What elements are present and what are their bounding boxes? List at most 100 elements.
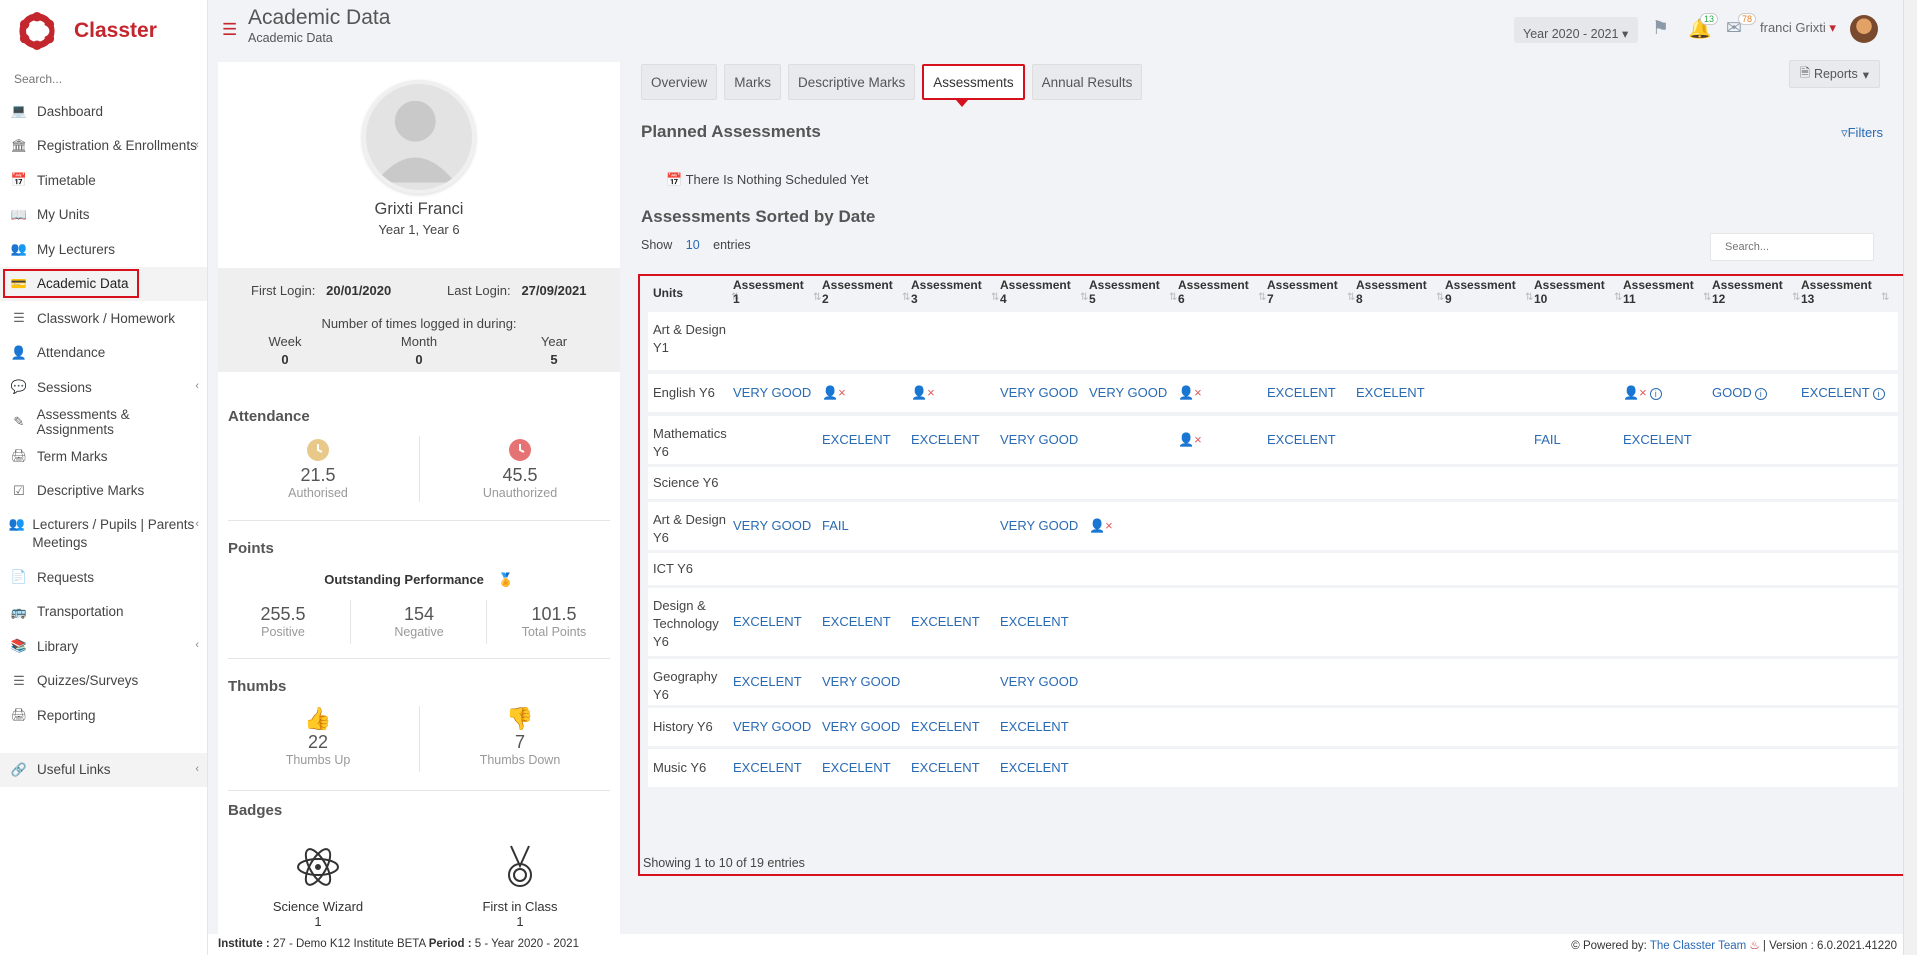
page-scrollbar[interactable]	[1903, 0, 1917, 955]
grade-cell[interactable]: EXCELENT	[733, 614, 802, 629]
column-header[interactable]: Units	[653, 286, 723, 300]
column-header[interactable]: Assessment 2	[822, 278, 902, 306]
sort-icon[interactable]: ⇅	[1347, 292, 1355, 303]
grade-cell[interactable]: EXCELENT	[1267, 385, 1336, 400]
grade-cell[interactable]: FAIL	[822, 518, 849, 533]
sort-icon[interactable]: ⇅	[1080, 292, 1088, 303]
sidebar-item-library[interactable]: 📚 Library ‹	[0, 629, 207, 664]
user-avatar[interactable]	[1850, 15, 1878, 43]
reports-button[interactable]: 🗎 Reports ▾	[1788, 60, 1880, 88]
sidebar-item-requests[interactable]: 📄 Requests	[0, 560, 207, 595]
grade-cell[interactable]: EXCELENT	[733, 674, 802, 689]
grade-cell[interactable]: EXCELENT i	[1801, 385, 1885, 400]
grade-cell[interactable]: EXCELENT	[911, 719, 980, 734]
sidebar-item-useful-links[interactable]: 🔗 Useful Links ‹	[0, 752, 207, 787]
grade-cell[interactable]: GOOD i	[1712, 385, 1767, 400]
tab-assessments[interactable]: Assessments	[922, 64, 1025, 107]
powered-link[interactable]: The Classter Team	[1650, 940, 1746, 952]
grade-cell[interactable]: EXCELENT	[911, 614, 980, 629]
sidebar-item-my-lecturers[interactable]: 👥 My Lecturers	[0, 232, 207, 267]
grade-cell[interactable]: VERY GOOD	[1000, 674, 1078, 689]
filters-link[interactable]: ▿Filters	[1841, 125, 1883, 141]
grade-cell[interactable]: VERY GOOD	[733, 518, 811, 533]
grade-cell[interactable]: VERY GOOD	[733, 385, 811, 400]
column-header[interactable]: Assessment 7	[1267, 278, 1347, 306]
grade-cell[interactable]: EXCELENT	[733, 760, 802, 775]
sidebar-item-attendance[interactable]: 👤 Attendance	[0, 336, 207, 371]
sidebar-item-dashboard[interactable]: 💻 Dashboard	[0, 94, 207, 129]
envelope-icon[interactable]: ✉ 78	[1726, 13, 1757, 40]
grade-cell[interactable]: EXCELENT	[1000, 760, 1069, 775]
absent-user-icon[interactable]: 👤×	[822, 385, 846, 401]
sort-icon[interactable]: ⇅	[1614, 292, 1622, 303]
info-icon[interactable]: i	[1649, 388, 1662, 400]
tab-overview[interactable]: Overview	[641, 64, 718, 100]
sort-icon[interactable]: ⇅	[991, 292, 999, 303]
absent-user-icon[interactable]: 👤×	[1178, 385, 1202, 401]
column-header[interactable]: Assessment 12	[1712, 278, 1792, 306]
tab-marks[interactable]: Marks	[724, 64, 782, 100]
sort-icon[interactable]: ⇅	[1258, 292, 1266, 303]
entries-select[interactable]: 10	[686, 238, 700, 252]
sidebar-item-timetable[interactable]: 📅 Timetable	[0, 163, 207, 198]
grade-cell[interactable]: EXCELENT	[822, 760, 891, 775]
absent-user-icon[interactable]: 👤×	[1089, 518, 1113, 534]
logo[interactable]: Classter	[0, 0, 207, 62]
flag-icon[interactable]: ⚑	[1652, 17, 1669, 40]
grade-cell[interactable]: EXCELENT	[911, 432, 980, 447]
grade-cell[interactable]: VERY GOOD	[1089, 385, 1167, 400]
table-search-input[interactable]	[1710, 233, 1874, 261]
sort-icon[interactable]: ⇅	[902, 292, 910, 303]
menu-toggle-icon[interactable]: ☰	[222, 20, 237, 40]
grade-cell[interactable]: EXCELENT	[1267, 432, 1336, 447]
sort-icon[interactable]: ⇅	[1525, 292, 1533, 303]
tab-annual-results[interactable]: Annual Results	[1031, 64, 1143, 100]
grade-cell[interactable]: VERY GOOD	[733, 719, 811, 734]
column-header[interactable]: Assessment 10	[1534, 278, 1614, 306]
grade-cell[interactable]: VERY GOOD	[1000, 432, 1078, 447]
sidebar-search-input[interactable]	[14, 72, 194, 86]
grade-cell[interactable]: EXCELENT	[911, 760, 980, 775]
sidebar-item-academic-data[interactable]: 💳 Academic Data	[0, 266, 207, 301]
sidebar-item-term-marks[interactable]: 🖨 Term Marks	[0, 439, 207, 474]
grade-cell[interactable]: EXCELENT	[822, 432, 891, 447]
info-icon[interactable]: i	[1872, 388, 1885, 400]
sidebar-item-transportation[interactable]: 🚌 Transportation	[0, 595, 207, 630]
sidebar-item-sessions[interactable]: 💬 Sessions ‹	[0, 370, 207, 405]
column-header[interactable]: Assessment 3	[911, 278, 991, 306]
sidebar-item-registration-enrollments[interactable]: 🏛 Registration & Enrollments ‹	[0, 129, 207, 164]
grade-cell[interactable]: VERY GOOD	[822, 674, 900, 689]
absent-user-icon[interactable]: 👤×	[1178, 432, 1202, 448]
sort-icon[interactable]: ⇅	[1792, 292, 1800, 303]
sort-icon[interactable]: ⇅	[1169, 292, 1177, 303]
grade-cell[interactable]: EXCELENT	[1356, 385, 1425, 400]
sort-icon[interactable]: ⇅	[1436, 292, 1444, 303]
sidebar-item-assessments-assignments[interactable]: ✎ Assessments & Assignments	[0, 405, 207, 440]
sort-icon[interactable]: ⇅	[1703, 292, 1711, 303]
grade-cell[interactable]: VERY GOOD	[1000, 518, 1078, 533]
user-menu[interactable]: franci Grixti ▾	[1760, 20, 1836, 36]
bell-icon[interactable]: 🔔 13	[1688, 13, 1719, 41]
grade-cell[interactable]: EXCELENT	[1000, 614, 1069, 629]
info-icon[interactable]: i	[1754, 388, 1767, 400]
absent-user-icon[interactable]: 👤× i	[1623, 385, 1662, 401]
column-header[interactable]: Assessment 6	[1178, 278, 1258, 306]
sidebar-item-my-units[interactable]: 📖 My Units	[0, 198, 207, 233]
sidebar-item-reporting[interactable]: 🖨 Reporting	[0, 698, 207, 733]
column-header[interactable]: Assessment 8	[1356, 278, 1436, 306]
grade-cell[interactable]: VERY GOOD	[1000, 385, 1078, 400]
absent-user-icon[interactable]: 👤×	[911, 385, 935, 401]
tab-descriptive-marks[interactable]: Descriptive Marks	[788, 64, 916, 100]
sidebar-item-classwork-homework[interactable]: ☰ Classwork / Homework	[0, 301, 207, 336]
year-select[interactable]: Year 2020 - 2021 ▾	[1514, 17, 1638, 43]
sidebar-item-quizzes-surveys[interactable]: ☰ Quizzes/Surveys	[0, 664, 207, 699]
grade-cell[interactable]: EXCELENT	[822, 614, 891, 629]
grade-cell[interactable]: EXCELENT	[1000, 719, 1069, 734]
sidebar-item-descriptive-marks[interactable]: ☑ Descriptive Marks	[0, 474, 207, 509]
column-header[interactable]: Assessment 9	[1445, 278, 1525, 306]
column-header[interactable]: Assessment 4	[1000, 278, 1080, 306]
grade-cell[interactable]: VERY GOOD	[822, 719, 900, 734]
column-header[interactable]: Assessment 13	[1801, 278, 1881, 306]
column-header[interactable]: Assessment 1	[733, 278, 813, 306]
grade-cell[interactable]: EXCELENT	[1623, 432, 1692, 447]
